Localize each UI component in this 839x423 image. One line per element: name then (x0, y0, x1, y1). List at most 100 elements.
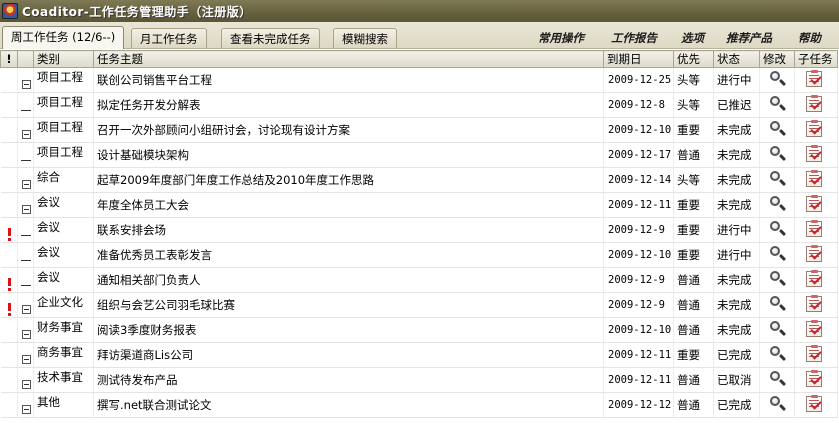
table-row[interactable]: 项目工程 设计基础模块架构 2009-12-17 普通 未完成 (0, 142, 838, 168)
magnifier-icon[interactable] (769, 170, 787, 188)
tree-collapse-icon[interactable] (22, 205, 31, 214)
magnifier-icon[interactable] (769, 395, 787, 413)
clipboard-check-icon[interactable] (806, 394, 822, 412)
tree-collapse-icon[interactable] (22, 405, 31, 414)
subject-cell[interactable]: 测试待发布产品 (93, 367, 604, 393)
subject-cell[interactable]: 通知相关部门负责人 (93, 267, 604, 293)
table-row[interactable]: 会议 联系安排会场 2009-12-9 重要 进行中 (0, 217, 838, 243)
subject-cell[interactable]: 设计基础模块架构 (93, 142, 604, 168)
subject-cell[interactable]: 准备优秀员工表彰发言 (93, 242, 604, 268)
table-row[interactable]: 项目工程 拟定任务开发分解表 2009-12-8 头等 已推迟 (0, 92, 838, 118)
table-row[interactable]: 项目工程 联创公司销售平台工程 2009-12-25 头等 进行中 (0, 67, 838, 93)
table-row[interactable]: 企业文化 组织与会艺公司羽毛球比赛 2009-12-9 普通 未完成 (0, 292, 838, 318)
tree-collapse-icon[interactable] (22, 355, 31, 364)
status-cell: 未完成 (713, 117, 760, 143)
tab-monthly-tasks[interactable]: 月工作任务 (131, 28, 207, 48)
tree-cell[interactable] (17, 342, 34, 368)
subject-cell[interactable]: 拜访渠道商Lis公司 (93, 342, 604, 368)
toolbar: 周工作任务 (12/6--) 月工作任务 查看未完成任务 模糊搜索 常用操作 工… (0, 22, 839, 49)
table-row[interactable]: 其他 撰写.net联合测试论文 2009-12-12 普通 已完成 (0, 392, 838, 418)
menu-options[interactable]: 选项 (681, 30, 704, 46)
col-flag[interactable]: ! (0, 50, 18, 68)
tree-cell[interactable] (17, 242, 34, 268)
table-row[interactable]: 商务事宜 拜访渠道商Lis公司 2009-12-11 重要 已完成 (0, 342, 838, 368)
clipboard-check-icon[interactable] (806, 294, 822, 312)
col-category[interactable]: 类别 (33, 50, 94, 68)
tree-cell[interactable] (17, 142, 34, 168)
table-row[interactable]: 会议 准备优秀员工表彰发言 2009-12-10 重要 进行中 (0, 242, 838, 268)
subject-cell[interactable]: 召开一次外部顾问小组研讨会，讨论现有设计方案 (93, 117, 604, 143)
tree-cell[interactable] (17, 367, 34, 393)
col-edit[interactable]: 修改 (759, 50, 795, 68)
magnifier-icon[interactable] (769, 270, 787, 288)
menu-recommended-products[interactable]: 推荐产品 (726, 30, 772, 46)
tree-cell[interactable] (17, 292, 34, 318)
tree-cell[interactable] (17, 117, 34, 143)
subject-cell[interactable]: 年度全体员工大会 (93, 192, 604, 218)
tree-cell[interactable] (17, 217, 34, 243)
tree-collapse-icon[interactable] (22, 180, 31, 189)
clipboard-check-icon[interactable] (806, 344, 822, 362)
tab-weekly-tasks[interactable]: 周工作任务 (12/6--) (2, 26, 125, 49)
tree-cell[interactable] (17, 167, 34, 193)
tree-cell[interactable] (17, 67, 34, 93)
status-cell: 进行中 (713, 242, 760, 268)
tree-collapse-icon[interactable] (22, 330, 31, 339)
clipboard-check-icon[interactable] (806, 69, 822, 87)
tree-collapse-icon[interactable] (22, 80, 31, 89)
subject-cell[interactable]: 联系安排会场 (93, 217, 604, 243)
clipboard-check-icon[interactable] (806, 169, 822, 187)
col-due[interactable]: 到期日 (603, 50, 674, 68)
table-row[interactable]: 财务事宜 阅读3季度财务报表 2009-12-10 普通 未完成 (0, 317, 838, 343)
magnifier-icon[interactable] (769, 120, 787, 138)
tree-collapse-icon[interactable] (22, 305, 31, 314)
clipboard-check-icon[interactable] (806, 119, 822, 137)
table-row[interactable]: 综合 起草2009年度部门年度工作总结及2010年度工作思路 2009-12-14 头… (0, 167, 838, 193)
tab-fuzzy-search[interactable]: 模糊搜索 (333, 28, 397, 48)
tree-cell[interactable] (17, 317, 34, 343)
menu-common-actions[interactable]: 常用操作 (538, 30, 584, 46)
tree-cell[interactable] (17, 192, 34, 218)
tree-cell[interactable] (17, 267, 34, 293)
tree-collapse-icon[interactable] (22, 130, 31, 139)
subtask-cell (794, 92, 838, 118)
clipboard-check-icon[interactable] (806, 244, 822, 262)
table-row[interactable]: 会议 通知相关部门负责人 2009-12-9 普通 未完成 (0, 267, 838, 293)
clipboard-check-icon[interactable] (806, 194, 822, 212)
tree-collapse-icon[interactable] (22, 380, 31, 389)
subject-cell[interactable]: 联创公司销售平台工程 (93, 67, 604, 93)
magnifier-icon[interactable] (769, 345, 787, 363)
magnifier-icon[interactable] (769, 145, 787, 163)
magnifier-icon[interactable] (769, 195, 787, 213)
magnifier-icon[interactable] (769, 220, 787, 238)
subject-cell[interactable]: 撰写.net联合测试论文 (93, 392, 604, 418)
magnifier-icon[interactable] (769, 370, 787, 388)
table-row[interactable]: 项目工程 召开一次外部顾问小组研讨会，讨论现有设计方案 2009-12-10 重要 未完… (0, 117, 838, 143)
clipboard-check-icon[interactable] (806, 94, 822, 112)
table-row[interactable]: 会议 年度全体员工大会 2009-12-11 重要 未完成 (0, 192, 838, 218)
tree-cell[interactable] (17, 392, 34, 418)
tab-unfinished-tasks[interactable]: 查看未完成任务 (221, 28, 320, 48)
table-row[interactable]: 技术事宜 测试待发布产品 2009-12-11 普通 已取消 (0, 367, 838, 393)
col-status[interactable]: 状态 (713, 50, 760, 68)
menu-work-report[interactable]: 工作报告 (611, 30, 657, 46)
col-subtask[interactable]: 子任务 (794, 50, 838, 68)
magnifier-icon[interactable] (769, 245, 787, 263)
magnifier-icon[interactable] (769, 295, 787, 313)
clipboard-check-icon[interactable] (806, 319, 822, 337)
subject-cell[interactable]: 组织与会艺公司羽毛球比赛 (93, 292, 604, 318)
subject-cell[interactable]: 起草2009年度部门年度工作总结及2010年度工作思路 (93, 167, 604, 193)
tree-cell[interactable] (17, 92, 34, 118)
clipboard-check-icon[interactable] (806, 144, 822, 162)
clipboard-check-icon[interactable] (806, 369, 822, 387)
subject-cell[interactable]: 阅读3季度财务报表 (93, 317, 604, 343)
subject-cell[interactable]: 拟定任务开发分解表 (93, 92, 604, 118)
magnifier-icon[interactable] (769, 70, 787, 88)
clipboard-check-icon[interactable] (806, 219, 822, 237)
magnifier-icon[interactable] (769, 95, 787, 113)
col-subject[interactable]: 任务主题 (93, 50, 604, 68)
clipboard-check-icon[interactable] (806, 269, 822, 287)
magnifier-icon[interactable] (769, 320, 787, 338)
col-priority[interactable]: 优先 (673, 50, 714, 68)
menu-help[interactable]: 帮助 (798, 30, 821, 46)
